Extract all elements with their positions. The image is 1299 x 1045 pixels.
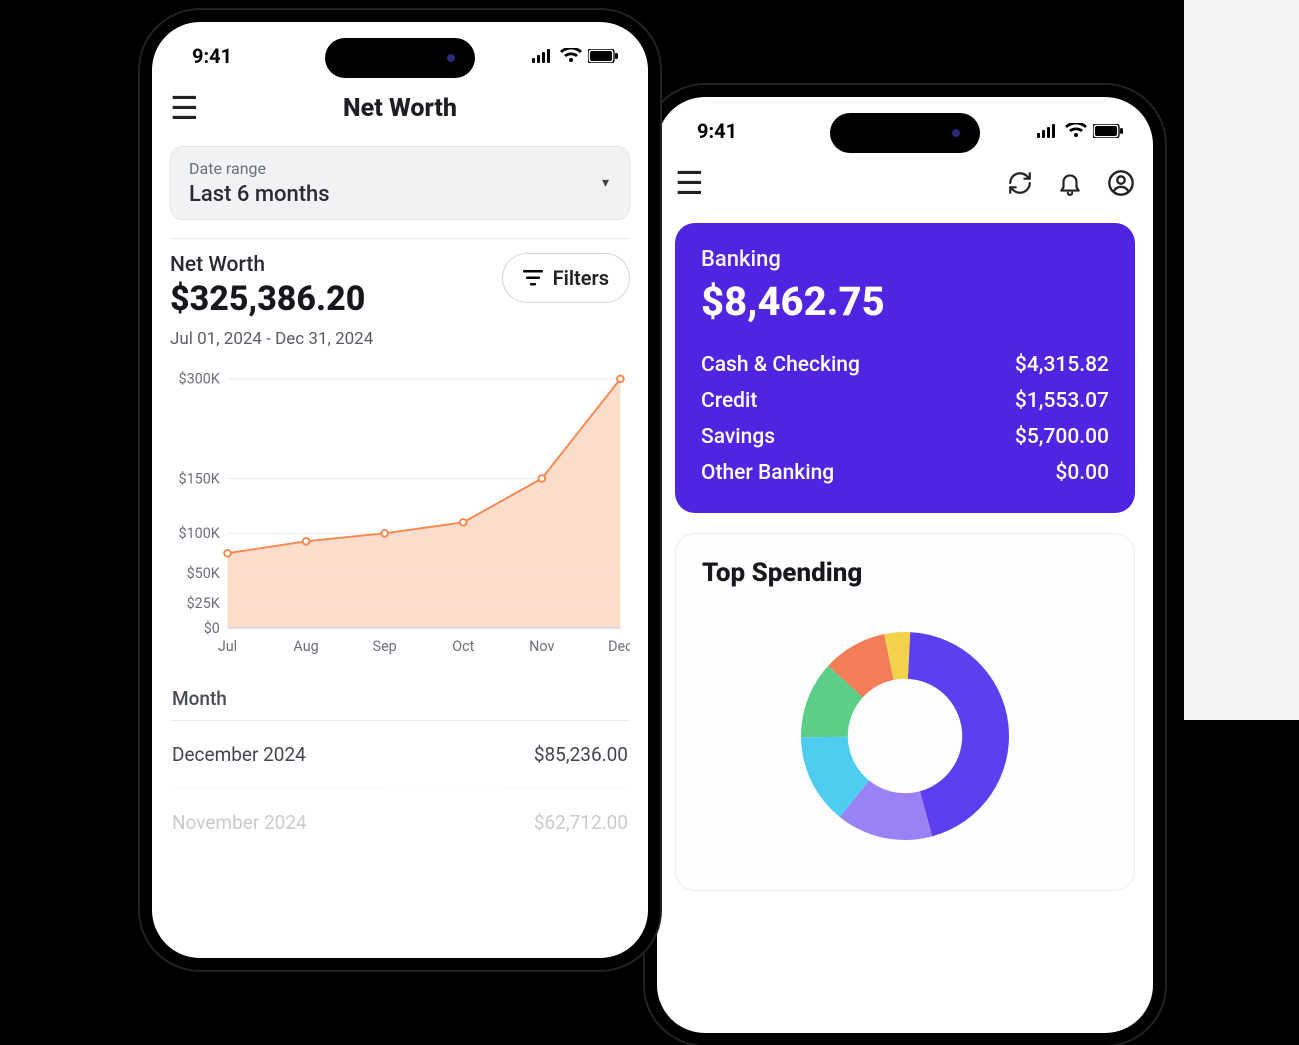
banking-line-name: Cash & Checking bbox=[701, 353, 860, 377]
status-icons bbox=[532, 48, 618, 64]
banking-line: Credit $1,553.07 bbox=[701, 389, 1109, 413]
phone-banking: 9:41 ☰ Banking $8,462.75 Cash & Checking… bbox=[645, 85, 1165, 1045]
svg-text:$300K: $300K bbox=[179, 371, 221, 388]
page-title: Net Worth bbox=[343, 94, 457, 123]
banking-label: Banking bbox=[701, 247, 1109, 272]
top-spending-card[interactable]: Top Spending bbox=[675, 533, 1135, 891]
wifi-icon bbox=[1065, 123, 1087, 139]
banking-line-amount: $1,553.07 bbox=[1015, 389, 1109, 413]
phone-net-worth: 9:41 ☰ Net Worth Date range Last 6 month… bbox=[140, 10, 660, 970]
svg-text:Dec: Dec bbox=[608, 638, 630, 655]
svg-text:Sep: Sep bbox=[373, 638, 397, 655]
top-spending-title: Top Spending bbox=[702, 558, 1108, 588]
net-worth-amount: $325,386.20 bbox=[170, 279, 373, 319]
svg-text:Oct: Oct bbox=[452, 638, 474, 655]
svg-text:$50K: $50K bbox=[187, 565, 221, 582]
filter-icon bbox=[523, 270, 543, 286]
hamburger-icon[interactable]: ☰ bbox=[170, 92, 199, 124]
status-time: 9:41 bbox=[192, 44, 232, 68]
background-strip bbox=[1184, 0, 1299, 720]
banking-line: Other Banking $0.00 bbox=[701, 461, 1109, 485]
donut-chart-svg bbox=[775, 606, 1035, 866]
battery-icon bbox=[1093, 124, 1123, 138]
banking-line: Savings $5,700.00 bbox=[701, 425, 1109, 449]
notch bbox=[830, 113, 980, 153]
net-worth-chart: $0 $25K $50K $100K $150K $300K Jul Aug Sep Oct Nov… bbox=[170, 363, 630, 667]
month-amount: $62,712.00 bbox=[534, 811, 628, 834]
month-row[interactable]: December 2024 $85,236.00 bbox=[170, 720, 630, 788]
date-range-label: Date range bbox=[189, 159, 611, 178]
svg-text:$100K: $100K bbox=[179, 525, 221, 542]
svg-text:Jul: Jul bbox=[218, 638, 237, 655]
bell-icon[interactable] bbox=[1057, 170, 1083, 196]
banking-line-name: Credit bbox=[701, 389, 757, 413]
app-header: ☰ bbox=[657, 153, 1153, 213]
svg-text:$0: $0 bbox=[204, 620, 220, 637]
month-amount: $85,236.00 bbox=[534, 743, 628, 766]
cellular-icon bbox=[1037, 124, 1059, 138]
filters-button[interactable]: Filters bbox=[502, 253, 630, 303]
date-range-value: Last 6 months bbox=[189, 182, 611, 207]
month-name: December 2024 bbox=[172, 743, 306, 766]
app-header: ☰ Net Worth bbox=[152, 78, 648, 138]
user-icon[interactable] bbox=[1107, 169, 1135, 197]
month-row[interactable]: November 2024 $62,712.00 bbox=[170, 788, 630, 856]
chevron-down-icon: ▾ bbox=[602, 175, 609, 191]
status-icons bbox=[1037, 123, 1123, 139]
hamburger-icon[interactable]: ☰ bbox=[675, 167, 704, 199]
banking-line-name: Savings bbox=[701, 425, 775, 449]
svg-text:$150K: $150K bbox=[179, 470, 221, 487]
wifi-icon bbox=[560, 48, 582, 64]
refresh-icon[interactable] bbox=[1007, 170, 1033, 196]
date-range-selector[interactable]: Date range Last 6 months ▾ bbox=[170, 146, 630, 220]
area-chart-svg: $0 $25K $50K $100K $150K $300K Jul Aug Sep Oct Nov… bbox=[170, 363, 630, 663]
svg-text:Aug: Aug bbox=[293, 638, 318, 655]
notch bbox=[325, 38, 475, 78]
banking-line-amount: $0.00 bbox=[1055, 461, 1109, 485]
month-column-header: Month bbox=[170, 667, 630, 720]
banking-line: Cash & Checking $4,315.82 bbox=[701, 353, 1109, 377]
svg-text:$25K: $25K bbox=[187, 595, 221, 612]
banking-line-name: Other Banking bbox=[701, 461, 834, 485]
battery-icon bbox=[588, 49, 618, 63]
month-name: November 2024 bbox=[172, 811, 307, 834]
net-worth-label: Net Worth bbox=[170, 253, 373, 277]
divider bbox=[170, 238, 630, 239]
filters-label: Filters bbox=[553, 266, 609, 290]
banking-line-amount: $4,315.82 bbox=[1015, 353, 1109, 377]
cellular-icon bbox=[532, 49, 554, 63]
banking-card[interactable]: Banking $8,462.75 Cash & Checking $4,315… bbox=[675, 223, 1135, 513]
svg-text:Nov: Nov bbox=[529, 638, 554, 655]
status-time: 9:41 bbox=[697, 119, 737, 143]
net-worth-date-range: Jul 01, 2024 - Dec 31, 2024 bbox=[170, 329, 373, 349]
banking-line-amount: $5,700.00 bbox=[1015, 425, 1109, 449]
banking-total: $8,462.75 bbox=[701, 278, 1109, 325]
